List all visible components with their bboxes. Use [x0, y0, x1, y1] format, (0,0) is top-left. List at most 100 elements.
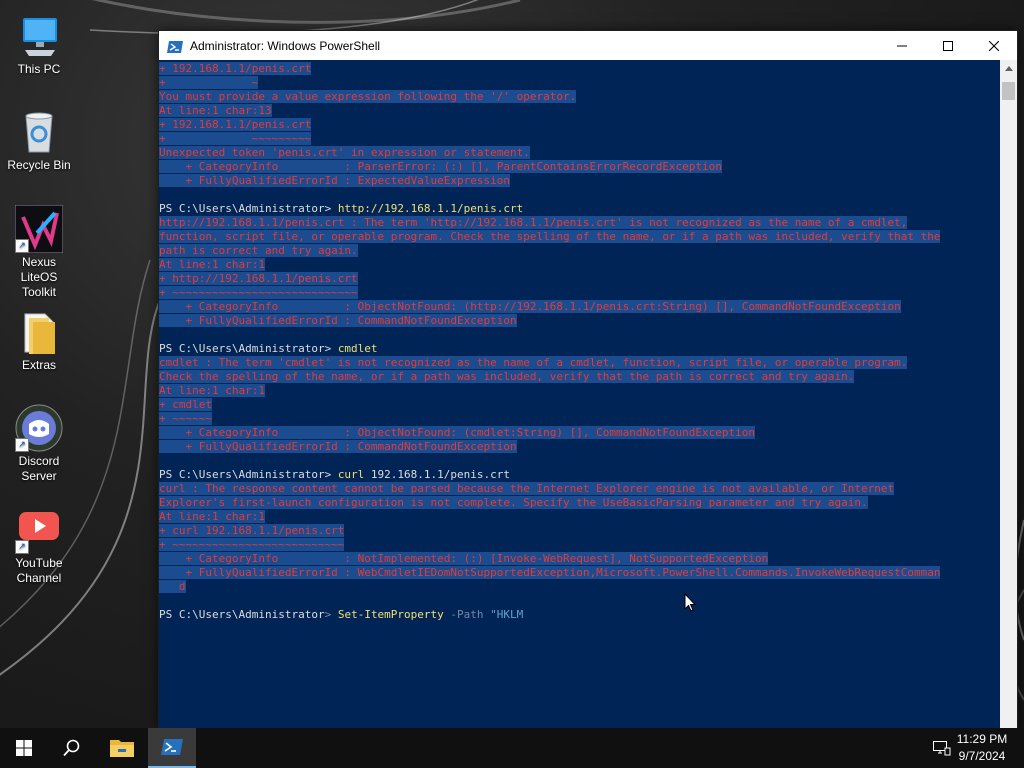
- console-text: + ~~~~~~~~~~~~~~~~~~~~~~~~~~: [159, 538, 345, 551]
- console-line: curl : The response content cannot be pa…: [159, 482, 999, 496]
- console-output[interactable]: + 192.168.1.1/penis.crt + ~ You must provi…: [159, 60, 999, 730]
- console-text: 192.168.1.1/penis.crt: [364, 468, 511, 481]
- desktop-icon-discord-server[interactable]: ↗ Discord Server: [4, 404, 74, 484]
- desktop-icon-this-pc[interactable]: This PC: [4, 12, 74, 77]
- window-titlebar[interactable]: Administrator: Windows PowerShell: [159, 31, 1017, 60]
- window-title: Administrator: Windows PowerShell: [190, 38, 381, 53]
- close-icon: [989, 40, 999, 51]
- desktop-icon-recycle-bin[interactable]: Recycle Bin: [4, 108, 74, 173]
- desktop-icon-label: YouTube Channel: [15, 556, 63, 585]
- console-line: + CategoryInfo : ObjectNotFound: (http:/…: [159, 300, 999, 314]
- console-text: Set-ItemProperty: [331, 608, 444, 621]
- shortcut-arrow-icon: ↗: [15, 438, 29, 452]
- vertical-scrollbar[interactable]: [1000, 60, 1017, 728]
- console-text: Unexpected token 'penis.crt' in expressi…: [159, 146, 530, 159]
- console-text: At line:1 char:1: [159, 258, 265, 271]
- desktop-icon-youtube-channel[interactable]: ↗ YouTube Channel: [4, 506, 74, 586]
- maximize-button[interactable]: [925, 31, 971, 60]
- console-text: At line:1 char:1: [159, 384, 265, 397]
- console-line: You must provide a value expression foll…: [159, 90, 999, 104]
- console-line: + FullyQualifiedErrorId : WebCmdletIEDom…: [159, 566, 999, 580]
- console-line: + FullyQualifiedErrorId : CommandNotFoun…: [159, 440, 999, 454]
- console-text: "HKLM: [483, 608, 524, 621]
- console-text: curl: [337, 468, 365, 481]
- console-text: + http://192.168.1.1/penis.crt: [159, 272, 358, 285]
- console-line: Explorer's first-launch configuration is…: [159, 496, 999, 510]
- console-text: + FullyQualifiedErrorId : ExpectedValueE…: [159, 174, 510, 187]
- console-line: + CategoryInfo : ObjectNotFound: (cmdlet…: [159, 426, 999, 440]
- console-line: http://192.168.1.1/penis.crt : The term …: [159, 216, 999, 230]
- mouse-pointer-icon: [684, 593, 696, 612]
- powershell-window[interactable]: Administrator: Windows PowerShell + 192.…: [158, 30, 1018, 730]
- console-line: + ~~~~~~: [159, 412, 999, 426]
- console-text: At line:1 char:13: [159, 104, 272, 117]
- console-text: PS C:\Users\Administrator: [159, 608, 325, 621]
- console-text: + ~~~~~~: [159, 412, 212, 425]
- console-line: + ~~~~~~~~~~~~~~~~~~~~~~~~~~: [159, 538, 999, 552]
- console-text: + CategoryInfo : ObjectNotFound: (http:/…: [159, 300, 901, 313]
- console-line: At line:1 char:1: [159, 510, 999, 524]
- console-line: + CategoryInfo : ParserError: (:) [], Pa…: [159, 160, 999, 174]
- search-button[interactable]: [48, 728, 96, 768]
- console-line: path is correct and try again.: [159, 244, 999, 258]
- console-text: http://192.168.1.1/penis.crt: [337, 202, 524, 215]
- console-text: -Path: [443, 608, 484, 621]
- console-text: + CategoryInfo : NotImplemented: (:) [In…: [159, 552, 769, 565]
- console-line: PS C:\Users\Administrator> http://192.16…: [159, 202, 999, 216]
- desktop-icon-label: Nexus LiteOS Toolkit: [20, 255, 58, 299]
- console-text: + 192.168.1.1/penis.crt: [159, 118, 312, 131]
- folder-icon: [15, 308, 63, 356]
- console-line: + CategoryInfo : NotImplemented: (:) [In…: [159, 552, 999, 566]
- console-line: + cmdlet: [159, 398, 999, 412]
- console-line: + FullyQualifiedErrorId : CommandNotFoun…: [159, 314, 999, 328]
- console-text: curl : The response content cannot be pa…: [159, 482, 895, 495]
- minimize-button[interactable]: [879, 31, 925, 60]
- console-text: http://192.168.1.1/penis.crt : The term …: [159, 216, 908, 229]
- console-line: + ~: [159, 76, 999, 90]
- taskbar-powershell[interactable]: [148, 728, 196, 768]
- taskbar-file-explorer[interactable]: [98, 728, 146, 768]
- console-line: + 192.168.1.1/penis.crt: [159, 118, 999, 132]
- console-text: cmdlet: [337, 342, 378, 355]
- desktop-icon-label: Extras: [21, 358, 56, 372]
- console-text: + ~~~~~~~~~~~~~~~~~~~~~~~~~~~~: [159, 286, 358, 299]
- desktop-icon-extras[interactable]: Extras: [4, 308, 74, 373]
- start-button[interactable]: [0, 728, 48, 768]
- scrollbar-thumb[interactable]: [1002, 82, 1015, 100]
- console-text: function, script file, or operable progr…: [159, 230, 941, 243]
- console-text: + 192.168.1.1/penis.crt: [159, 62, 312, 75]
- powershell-icon: [161, 739, 183, 755]
- scroll-up-arrow-icon[interactable]: [1000, 60, 1017, 77]
- desktop-icon-nexus-liteos-toolkit[interactable]: ↗ Nexus LiteOS Toolkit: [4, 204, 74, 300]
- youtube-icon: ↗: [15, 506, 63, 554]
- console-line: At line:1 char:1: [159, 384, 999, 398]
- clock-date: 9/7/2024: [958, 749, 1006, 763]
- console-line: + 192.168.1.1/penis.crt: [159, 62, 999, 76]
- computer-icon: [15, 12, 63, 60]
- console-line: + ~~~~~~~~~: [159, 132, 999, 146]
- console-text: PS C:\Users\Administrator>: [159, 468, 338, 481]
- console-line: At line:1 char:13: [159, 104, 999, 118]
- console-text: + FullyQualifiedErrorId : CommandNotFoun…: [159, 314, 517, 327]
- discord-icon: ↗: [15, 404, 63, 452]
- close-button[interactable]: [971, 31, 1017, 60]
- console-text: PS C:\Users\Administrator>: [159, 202, 338, 215]
- file-explorer-icon: [110, 740, 134, 757]
- shortcut-arrow-icon: ↗: [15, 540, 29, 554]
- console-text: Check the spelling of the name, or if a …: [159, 370, 855, 383]
- network-icon: [933, 741, 951, 756]
- taskbar-clock[interactable]: 11:29 PM 9/7/2024: [952, 731, 1012, 765]
- console-line: PS C:\Users\Administrator> cmdlet: [159, 342, 999, 356]
- nexus-toolkit-icon: ↗: [14, 204, 64, 254]
- console-line: + http://192.168.1.1/penis.crt: [159, 272, 999, 286]
- recycle-bin-icon: [15, 108, 63, 156]
- minimize-icon: [897, 45, 907, 46]
- console-line: + curl 192.168.1.1/penis.crt: [159, 524, 999, 538]
- console-text: + CategoryInfo : ParserError: (:) [], Pa…: [159, 160, 722, 173]
- windows-start-icon: [16, 740, 32, 756]
- console-line: Check the spelling of the name, or if a …: [159, 370, 999, 384]
